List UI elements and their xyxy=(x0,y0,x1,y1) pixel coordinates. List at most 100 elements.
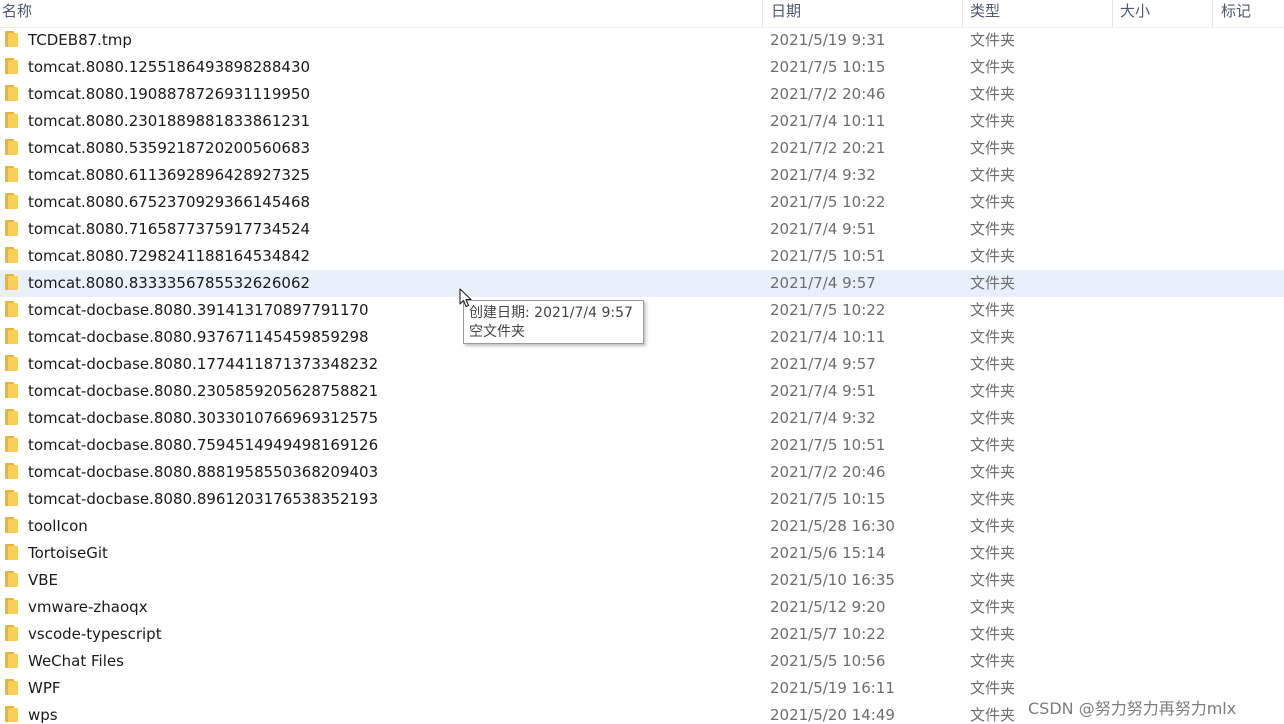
file-type: 文件夹 xyxy=(970,58,1016,76)
file-row[interactable]: WeChat Files 2021/5/5 10:56 文件夹 xyxy=(0,648,1284,675)
file-row[interactable]: tomcat-docbase.8080.1774411871373348232 2… xyxy=(0,351,1284,378)
file-name: tomcat-docbase.8080.937671145459859298 xyxy=(28,328,369,346)
file-type: 文件夹 xyxy=(970,166,1016,184)
file-date: 2021/7/4 9:32 xyxy=(770,166,876,184)
file-name: tomcat.8080.6113692896428927325 xyxy=(28,166,311,184)
folder-icon xyxy=(5,328,18,344)
file-row[interactable]: toolIcon 2021/5/28 16:30 文件夹 xyxy=(0,513,1284,540)
file-row[interactable]: tomcat-docbase.8080.2305859205628758821 2… xyxy=(0,378,1284,405)
file-type: 文件夹 xyxy=(970,679,1016,697)
column-header-bar: 名称 日期 类型 大小 标记 xyxy=(0,0,1284,28)
file-type: 文件夹 xyxy=(970,328,1016,346)
file-date: 2021/7/4 10:11 xyxy=(770,112,886,130)
file-row[interactable]: tomcat.8080.6752370929366145468 2021/7/5 … xyxy=(0,189,1284,216)
file-date: 2021/7/5 10:51 xyxy=(770,247,886,265)
file-row[interactable]: TortoiseGit 2021/5/6 15:14 文件夹 xyxy=(0,540,1284,567)
file-type: 文件夹 xyxy=(970,139,1016,157)
folder-icon xyxy=(5,625,18,641)
tooltip-created-date: 创建日期: 2021/7/4 9:57 xyxy=(469,305,633,321)
folder-icon xyxy=(5,544,18,560)
file-row[interactable]: tomcat-docbase.8080.8881958550368209403 2… xyxy=(0,459,1284,486)
file-date: 2021/7/5 10:22 xyxy=(770,193,886,211)
file-row[interactable]: TCDEB87.tmp 2021/5/19 9:31 文件夹 xyxy=(0,27,1284,54)
folder-icon xyxy=(5,706,18,722)
file-name: tomcat.8080.1255186493898288430 xyxy=(28,58,311,76)
file-name: WPF xyxy=(28,679,61,697)
file-name: tomcat-docbase.8080.2305859205628758821 xyxy=(28,382,379,400)
file-row[interactable]: vscode-typescript 2021/5/7 10:22 文件夹 xyxy=(0,621,1284,648)
file-date: 2021/7/4 9:57 xyxy=(770,274,876,292)
file-row[interactable]: tomcat.8080.8333356785532626062 2021/7/4 … xyxy=(0,270,1284,297)
file-type: 文件夹 xyxy=(970,301,1016,319)
file-type: 文件夹 xyxy=(970,517,1016,535)
file-row[interactable]: tomcat.8080.5359218720200560683 2021/7/2 … xyxy=(0,135,1284,162)
tooltip-empty-folder: 空文件夹 xyxy=(469,324,525,340)
file-explorer-window: 名称 日期 类型 大小 标记 TCDEB87.tmp 2021/5/19 9:31… xyxy=(0,0,1284,724)
file-date: 2021/5/10 16:35 xyxy=(770,571,895,589)
file-type: 文件夹 xyxy=(970,31,1016,49)
file-name: tomcat-docbase.8080.7594514949498169126 xyxy=(28,436,379,454)
column-header-date[interactable]: 日期 xyxy=(762,0,962,27)
folder-icon xyxy=(5,571,18,587)
file-date: 2021/7/2 20:46 xyxy=(770,463,886,481)
file-date: 2021/5/20 14:49 xyxy=(770,706,895,724)
file-row[interactable]: tomcat.8080.6113692896428927325 2021/7/4 … xyxy=(0,162,1284,189)
file-date: 2021/5/19 16:11 xyxy=(770,679,895,697)
file-name: TortoiseGit xyxy=(28,544,108,562)
column-header-type[interactable]: 类型 xyxy=(962,0,1112,27)
file-row[interactable]: tomcat.8080.2301889881833861231 2021/7/4 … xyxy=(0,108,1284,135)
file-date: 2021/7/4 9:57 xyxy=(770,355,876,373)
file-name: tomcat.8080.7165877375917734524 xyxy=(28,220,311,238)
file-type: 文件夹 xyxy=(970,112,1016,130)
file-date: 2021/7/4 10:11 xyxy=(770,328,886,346)
file-row[interactable]: tomcat.8080.1255186493898288430 2021/7/5 … xyxy=(0,54,1284,81)
folder-icon xyxy=(5,220,18,236)
file-name: tomcat.8080.2301889881833861231 xyxy=(28,112,311,130)
file-name: tomcat-docbase.8080.1774411871373348232 xyxy=(28,355,379,373)
column-header-size[interactable]: 大小 xyxy=(1112,0,1212,27)
file-row[interactable]: tomcat.8080.7298241188164534842 2021/7/5 … xyxy=(0,243,1284,270)
file-row[interactable]: tomcat-docbase.8080.7594514949498169126 2… xyxy=(0,432,1284,459)
folder-icon xyxy=(5,598,18,614)
folder-icon xyxy=(5,274,18,290)
folder-icon xyxy=(5,517,18,533)
file-name: tomcat.8080.5359218720200560683 xyxy=(28,139,311,157)
file-name: vmware-zhaoqx xyxy=(28,598,148,616)
file-type: 文件夹 xyxy=(970,598,1016,616)
file-date: 2021/7/4 9:51 xyxy=(770,382,876,400)
file-row[interactable]: tomcat.8080.1908878726931119950 2021/7/2 … xyxy=(0,81,1284,108)
file-date: 2021/5/5 10:56 xyxy=(770,652,886,670)
folder-icon xyxy=(5,112,18,128)
file-date: 2021/5/28 16:30 xyxy=(770,517,895,535)
folder-icon xyxy=(5,679,18,695)
file-name: tomcat.8080.1908878726931119950 xyxy=(28,85,311,103)
folder-icon xyxy=(5,247,18,263)
file-row[interactable]: tomcat.8080.7165877375917734524 2021/7/4 … xyxy=(0,216,1284,243)
file-name: wps xyxy=(28,706,58,724)
file-type: 文件夹 xyxy=(970,193,1016,211)
column-header-name[interactable]: 名称 xyxy=(0,0,762,27)
folder-icon xyxy=(5,436,18,452)
file-row[interactable]: tomcat-docbase.8080.3033010766969312575 2… xyxy=(0,405,1284,432)
file-date: 2021/5/19 9:31 xyxy=(770,31,886,49)
file-date: 2021/7/2 20:46 xyxy=(770,85,886,103)
file-type: 文件夹 xyxy=(970,463,1016,481)
file-date: 2021/5/12 9:20 xyxy=(770,598,886,616)
folder-icon xyxy=(5,301,18,317)
file-row[interactable]: vmware-zhaoqx 2021/5/12 9:20 文件夹 xyxy=(0,594,1284,621)
file-type: 文件夹 xyxy=(970,571,1016,589)
file-name: WeChat Files xyxy=(28,652,124,670)
folder-icon xyxy=(5,166,18,182)
file-date: 2021/7/2 20:21 xyxy=(770,139,886,157)
file-name: tomcat.8080.8333356785532626062 xyxy=(28,274,311,292)
file-row[interactable]: tomcat-docbase.8080.8961203176538352193 2… xyxy=(0,486,1284,513)
column-header-tag[interactable]: 标记 xyxy=(1212,0,1284,27)
file-date: 2021/5/6 15:14 xyxy=(770,544,886,562)
file-name: TCDEB87.tmp xyxy=(28,31,132,49)
hover-tooltip: 创建日期: 2021/7/4 9:57 空文件夹 xyxy=(463,300,644,344)
file-date: 2021/7/5 10:15 xyxy=(770,58,886,76)
folder-icon xyxy=(5,85,18,101)
file-row[interactable]: VBE 2021/5/10 16:35 文件夹 xyxy=(0,567,1284,594)
file-date: 2021/7/4 9:32 xyxy=(770,409,876,427)
file-name: tomcat-docbase.8080.391413170897791170 xyxy=(28,301,369,319)
